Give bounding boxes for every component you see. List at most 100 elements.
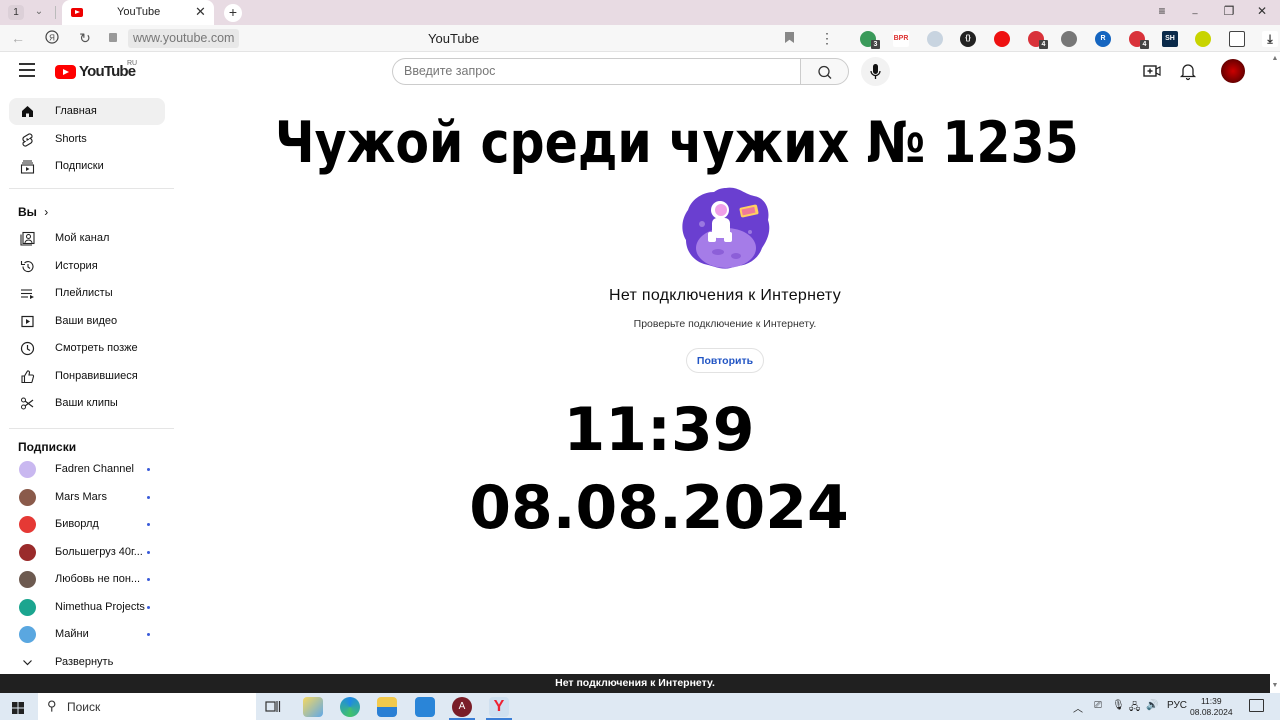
close-tab-icon[interactable]: ✕ bbox=[195, 4, 206, 20]
show-hidden-icons[interactable]: ︿ bbox=[1073, 700, 1083, 715]
create-video-button[interactable] bbox=[1142, 61, 1162, 81]
sidebar: Главная Shorts Подписки Вы › Мой канал Исто… bbox=[0, 89, 176, 674]
download-extension-icon[interactable]: ⤓ bbox=[1262, 31, 1278, 47]
more-options-icon[interactable]: ⋮ bbox=[820, 30, 834, 47]
task-view-button[interactable] bbox=[265, 699, 281, 714]
lock-icon bbox=[109, 33, 117, 42]
chevron-right-icon: › bbox=[44, 205, 49, 219]
yandex-browser-app[interactable]: Y bbox=[489, 697, 509, 717]
notifications-button[interactable] bbox=[1178, 61, 1198, 81]
new-tab-button[interactable]: + bbox=[224, 4, 242, 22]
sidebar-item-home[interactable]: Главная bbox=[9, 98, 165, 125]
microphone-tray-icon[interactable]: 🎙 bbox=[1112, 700, 1125, 711]
search-icon: ⚲ bbox=[47, 698, 57, 713]
adblock-2-extension-icon[interactable]: 4 bbox=[1129, 31, 1149, 49]
tabs-dropdown-button[interactable]: ⌄ bbox=[31, 4, 47, 20]
yandex-button[interactable]: Я bbox=[43, 30, 61, 47]
extension-badge: 4 bbox=[1039, 40, 1048, 49]
cloud-extension-icon[interactable] bbox=[927, 31, 943, 47]
sidebar-item-channel[interactable]: Мой канал bbox=[9, 225, 165, 252]
bookmark-icon[interactable] bbox=[785, 32, 794, 43]
start-button[interactable] bbox=[12, 701, 24, 719]
subscription-item[interactable]: Nimethua Projects bbox=[9, 594, 165, 621]
you-heading-label: Вы bbox=[18, 205, 37, 219]
retry-button[interactable]: Повторить bbox=[686, 348, 764, 373]
adblock-extension-icon[interactable]: 4 bbox=[1028, 31, 1048, 49]
tab-count-button[interactable]: 1 bbox=[8, 5, 24, 20]
volume-icon[interactable]: 🔊 bbox=[1146, 700, 1158, 711]
bulb-extension-icon[interactable] bbox=[1061, 31, 1077, 47]
camera-icon[interactable]: ⎚ bbox=[1094, 700, 1102, 711]
close-window-button[interactable]: ✕ bbox=[1252, 4, 1272, 18]
watch-later-icon bbox=[20, 341, 35, 356]
r-extension-icon[interactable]: R bbox=[1095, 31, 1111, 47]
channel-avatar bbox=[19, 543, 36, 561]
hand-block-extension-icon[interactable] bbox=[994, 31, 1010, 47]
search-input[interactable] bbox=[404, 64, 784, 78]
astronaut-illustration bbox=[680, 186, 772, 270]
taskbar-search[interactable]: ⚲ Поиск bbox=[38, 693, 256, 720]
account-avatar[interactable] bbox=[1221, 59, 1245, 83]
sidebar-item-subscriptions[interactable]: Подписки bbox=[9, 153, 165, 180]
svg-text:Я: Я bbox=[49, 34, 55, 43]
search-box bbox=[392, 58, 801, 85]
sidebar-item-label: Подписки bbox=[55, 160, 104, 172]
sidebar-extension-icon[interactable] bbox=[1229, 31, 1245, 47]
sh-extension-icon[interactable]: SH bbox=[1162, 31, 1178, 47]
bpr-extension-icon[interactable]: BPR bbox=[893, 31, 909, 47]
browser-menu-button[interactable]: ≡ bbox=[1152, 4, 1172, 18]
url-field[interactable]: www.youtube.com YouTube bbox=[105, 29, 805, 48]
sidebar-item-liked[interactable]: Понравившиеся bbox=[9, 363, 165, 390]
url-text[interactable]: www.youtube.com bbox=[128, 29, 240, 48]
search-button[interactable] bbox=[800, 58, 849, 85]
notifications-center-icon[interactable] bbox=[1249, 699, 1264, 712]
paint-app[interactable] bbox=[303, 697, 323, 717]
sidebar-item-watch-later[interactable]: Смотреть позже bbox=[9, 335, 165, 362]
voice-search-button[interactable] bbox=[861, 57, 890, 86]
channel-avatar bbox=[19, 598, 36, 616]
green-extension-icon[interactable]: 3 bbox=[860, 31, 880, 49]
history-icon bbox=[20, 259, 35, 274]
taskbar-clock[interactable]: 11:39 08.08.2024 bbox=[1190, 696, 1233, 718]
page-title-in-address: YouTube bbox=[428, 31, 480, 46]
taskbar-time: 11:39 bbox=[1200, 696, 1222, 706]
yellow-extension-icon[interactable] bbox=[1195, 31, 1211, 47]
network-icon[interactable]: 🖧 bbox=[1129, 700, 1140, 717]
a-app[interactable]: A bbox=[452, 697, 472, 717]
subscription-item[interactable]: Майни bbox=[9, 621, 165, 648]
overlay-date: 08.08.2024 bbox=[469, 473, 849, 543]
scroll-up-arrow[interactable]: ▲ bbox=[1270, 55, 1280, 65]
mail-app[interactable] bbox=[415, 697, 435, 717]
chevron-down-icon bbox=[20, 655, 35, 670]
create-video-icon bbox=[1143, 65, 1161, 77]
edge-app[interactable] bbox=[340, 697, 360, 717]
youtube-header: YouTube RU bbox=[0, 53, 1280, 89]
liked-icon bbox=[20, 369, 35, 384]
scroll-down-arrow[interactable]: ▼ bbox=[1270, 682, 1280, 692]
sidebar-item-label: Мой канал bbox=[55, 232, 110, 244]
youtube-play-icon bbox=[55, 65, 76, 79]
language-indicator[interactable]: РУС bbox=[1167, 700, 1187, 711]
braces-extension-icon[interactable]: {} bbox=[960, 31, 976, 47]
menu-icon[interactable] bbox=[19, 63, 35, 77]
overlay-title: Чужой среди чужих № 1235 bbox=[275, 110, 1079, 176]
back-button[interactable]: ← bbox=[9, 30, 27, 46]
restore-button[interactable]: ❐ bbox=[1219, 4, 1239, 18]
channel-avatar bbox=[19, 571, 36, 588]
overlay-time: 11:39 bbox=[563, 395, 755, 465]
expand-label: Развернуть bbox=[55, 656, 114, 668]
microphone-icon bbox=[870, 64, 881, 79]
sidebar-item-shorts[interactable]: Shorts bbox=[9, 126, 165, 153]
new-content-dot bbox=[147, 578, 150, 581]
sidebar-item-history[interactable]: История bbox=[9, 253, 165, 280]
sidebar-item-label: Смотреть позже bbox=[55, 342, 138, 354]
subscription-item[interactable]: Любовь не пон... bbox=[9, 566, 165, 593]
you-section-heading[interactable]: Вы › bbox=[18, 205, 48, 219]
refresh-button[interactable]: ↻ bbox=[76, 30, 94, 47]
minimize-button[interactable]: _ bbox=[1185, 4, 1205, 14]
file-explorer-app[interactable] bbox=[377, 697, 397, 717]
tab-youtube[interactable]: YouTube ✕ bbox=[62, 0, 214, 25]
new-content-dot bbox=[147, 633, 150, 636]
tab-title: YouTube bbox=[117, 6, 161, 18]
expand-subscriptions-button[interactable]: Развернуть bbox=[9, 649, 165, 676]
